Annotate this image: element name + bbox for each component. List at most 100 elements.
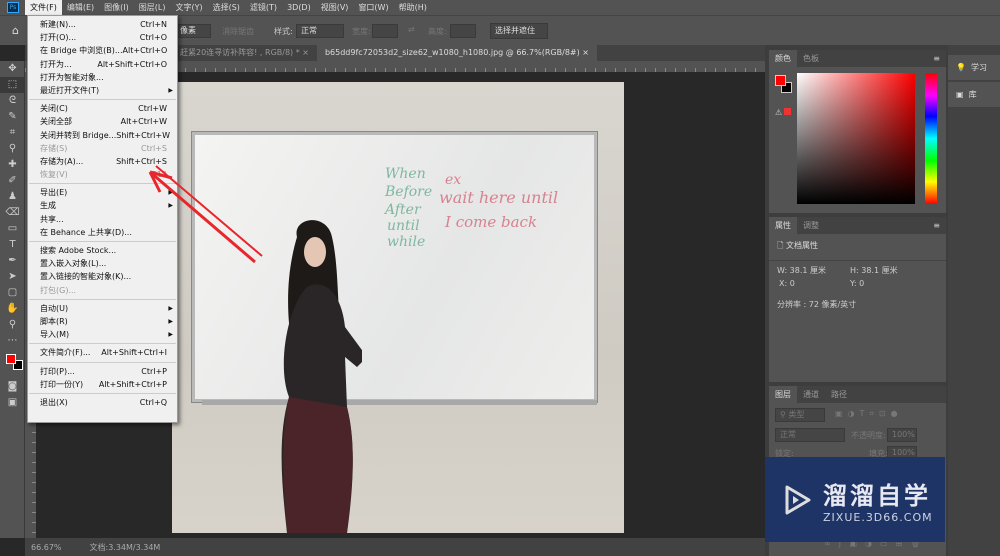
file-menu-item[interactable]: 置入嵌入对象(L)... [28, 257, 177, 270]
learn-button[interactable]: 💡 学习 [948, 55, 1000, 80]
file-menu-item[interactable]: 在 Bridge 中浏览(B)... Alt+Ctrl+O [28, 44, 177, 57]
menu-filter[interactable]: 滤镜(T) [245, 0, 282, 15]
tab-paths[interactable]: 路径 [825, 386, 853, 403]
layer-filter-select[interactable]: ⚲ 类型 [775, 408, 825, 422]
file-menu-item[interactable]: 打印(P)... Ctrl+P [28, 365, 177, 378]
shape-tool-icon[interactable]: ▢ [0, 285, 25, 301]
more-tools-icon[interactable]: ⋯ [0, 333, 25, 349]
file-menu-item[interactable]: 自动(U) ▶ [28, 302, 177, 315]
menu-item-label: 搜索 Adobe Stock... [40, 246, 117, 255]
tab-adjustments[interactable]: 调整 [797, 217, 825, 234]
menu-edit[interactable]: 编辑(E) [62, 0, 99, 15]
file-menu-item[interactable]: 生成 ▶ [28, 199, 177, 212]
marquee-tool-icon[interactable]: ⬚ [0, 77, 25, 93]
file-menu-item[interactable]: 新建(N)... Ctrl+N [28, 18, 177, 31]
file-menu-item[interactable]: 存储为(A)... Shift+Ctrl+S [28, 155, 177, 168]
crop-tool-icon[interactable]: ⌗ [0, 125, 25, 141]
menu-help[interactable]: 帮助(H) [394, 0, 432, 15]
file-menu-item[interactable]: 共享... [28, 213, 177, 226]
stamp-tool-icon[interactable]: ♟ [0, 189, 25, 205]
style-select[interactable]: 正常 [296, 24, 344, 38]
menu-layer[interactable]: 图层(L) [134, 0, 171, 15]
file-menu-item[interactable]: 打印一份(Y) Alt+Shift+Ctrl+P [28, 378, 177, 391]
file-menu-item[interactable]: 打开为智能对象... [28, 71, 177, 84]
document-size[interactable]: 文档:3.34M/3.34M [90, 542, 161, 553]
foreground-color-swatch[interactable] [6, 354, 16, 364]
quick-mask-icon[interactable]: ◙ [0, 379, 25, 395]
menu-type[interactable]: 文字(Y) [170, 0, 207, 15]
menu-3d[interactable]: 3D(D) [282, 0, 316, 15]
file-menu-item[interactable]: 关闭全部 Alt+Ctrl+W [28, 115, 177, 128]
close-icon[interactable]: × [302, 48, 309, 57]
menu-item-shortcut: Ctrl+O [139, 33, 167, 43]
color-field[interactable] [797, 73, 915, 204]
lasso-tool-icon[interactable]: ᘓ [0, 93, 25, 109]
zoom-tool-icon[interactable]: ⚲ [0, 317, 25, 333]
menu-window[interactable]: 窗口(W) [353, 0, 393, 15]
home-icon[interactable]: ⌂ [12, 24, 19, 37]
file-menu-item[interactable]: 退出(X) Ctrl+Q [28, 396, 177, 409]
opacity-label: 不透明度: [851, 431, 886, 440]
quick-select-tool-icon[interactable]: ✎ [0, 109, 25, 125]
file-menu-item[interactable]: 导出(E) ▶ [28, 186, 177, 199]
file-menu-item[interactable]: 关闭并转到 Bridge... Shift+Ctrl+W [28, 129, 177, 142]
gradient-tool-icon[interactable]: ▭ [0, 221, 25, 237]
swap-icon[interactable]: ⇄ [408, 25, 415, 34]
file-menu-item[interactable]: 搜索 Adobe Stock... [28, 244, 177, 257]
tab-properties[interactable]: 属性 [769, 217, 797, 234]
menu-select[interactable]: 选择(S) [208, 0, 245, 15]
path-select-tool-icon[interactable]: ➤ [0, 269, 25, 285]
handwriting-ex: ex [445, 172, 462, 188]
file-menu-item[interactable]: 关闭(C) Ctrl+W [28, 102, 177, 115]
move-tool-icon[interactable]: ✥ [0, 61, 25, 77]
menu-image[interactable]: 图像(I) [99, 0, 134, 15]
tab-layers[interactable]: 图层 [769, 386, 797, 403]
width-input[interactable] [372, 24, 398, 38]
layer-filter-icons[interactable]: ▣◑T⌗⊡● [835, 409, 903, 419]
feather-input[interactable]: 像素 [175, 24, 211, 38]
file-menu-item[interactable]: 置入链接的智能对象(K)... [28, 270, 177, 283]
document-image[interactable]: When Before After until while ex wait he… [172, 82, 624, 533]
hue-slider[interactable] [925, 73, 937, 204]
eraser-tool-icon[interactable]: ⌫ [0, 205, 25, 221]
libraries-button[interactable]: ▣ 库 [948, 82, 1000, 107]
panel-menu-icon[interactable]: ≡ [927, 217, 946, 234]
file-menu-item[interactable]: 最近打开文件(T) ▶ [28, 84, 177, 97]
menu-file[interactable]: 文件(F) [25, 0, 62, 15]
handwriting-before: Before [385, 184, 433, 200]
file-menu-item[interactable]: 打开(O)... Ctrl+O [28, 31, 177, 44]
foreground-color-swatch[interactable] [775, 75, 786, 86]
menu-bar: Ps 文件(F) 编辑(E) 图像(I) 图层(L) 文字(Y) 选择(S) 滤… [0, 0, 1000, 15]
select-and-mask-button[interactable]: 选择并遮住 ... [490, 23, 548, 49]
close-icon[interactable]: × [582, 48, 589, 57]
file-menu-item[interactable]: 文件简介(F)... Alt+Shift+Ctrl+I [28, 346, 177, 359]
pen-tool-icon[interactable]: ✒ [0, 253, 25, 269]
panel-menu-icon[interactable]: ≡ [927, 50, 946, 67]
file-menu-item[interactable]: 脚本(R) ▶ [28, 315, 177, 328]
tab-document-2[interactable]: b65dd9fc72053d2_size62_w1080_h1080.jpg @… [316, 45, 597, 61]
brush-tool-icon[interactable]: ✐ [0, 173, 25, 189]
far-right-panel: 💡 学习 ▣ 库 [948, 45, 1000, 556]
menu-item-label: 打包(G)... [40, 285, 77, 295]
type-tool-icon[interactable]: T [0, 237, 25, 253]
zoom-level[interactable]: 66.67% [31, 543, 62, 552]
blend-mode-select[interactable]: 正常 [775, 428, 845, 442]
color-swatches[interactable] [0, 349, 24, 379]
healing-tool-icon[interactable]: ✚ [0, 157, 25, 173]
opacity-input[interactable]: 100% [887, 428, 917, 442]
anti-alias-checkbox[interactable]: 消除锯齿 [222, 26, 254, 37]
height-input[interactable] [450, 24, 476, 38]
file-menu-item[interactable]: 在 Behance 上共享(D)... [28, 226, 177, 239]
tab-channels[interactable]: 通道 [797, 386, 825, 403]
y-value: Y: 0 [850, 279, 865, 288]
eyedropper-tool-icon[interactable]: ⚲ [0, 141, 25, 157]
menu-view[interactable]: 视图(V) [316, 0, 354, 15]
screen-mode-icon[interactable]: ▣ [0, 395, 25, 411]
tab-swatches[interactable]: 色板 [797, 50, 825, 67]
hand-tool-icon[interactable]: ✋ [0, 301, 25, 317]
watermark-name: 溜溜自学 [823, 481, 931, 510]
tab-color[interactable]: 颜色 [769, 50, 797, 67]
file-menu-item[interactable]: 打开为... Alt+Shift+Ctrl+O [28, 58, 177, 71]
file-menu-item[interactable]: 导入(M) ▶ [28, 328, 177, 341]
gamut-warning-icon[interactable]: ⚠ [775, 108, 792, 117]
